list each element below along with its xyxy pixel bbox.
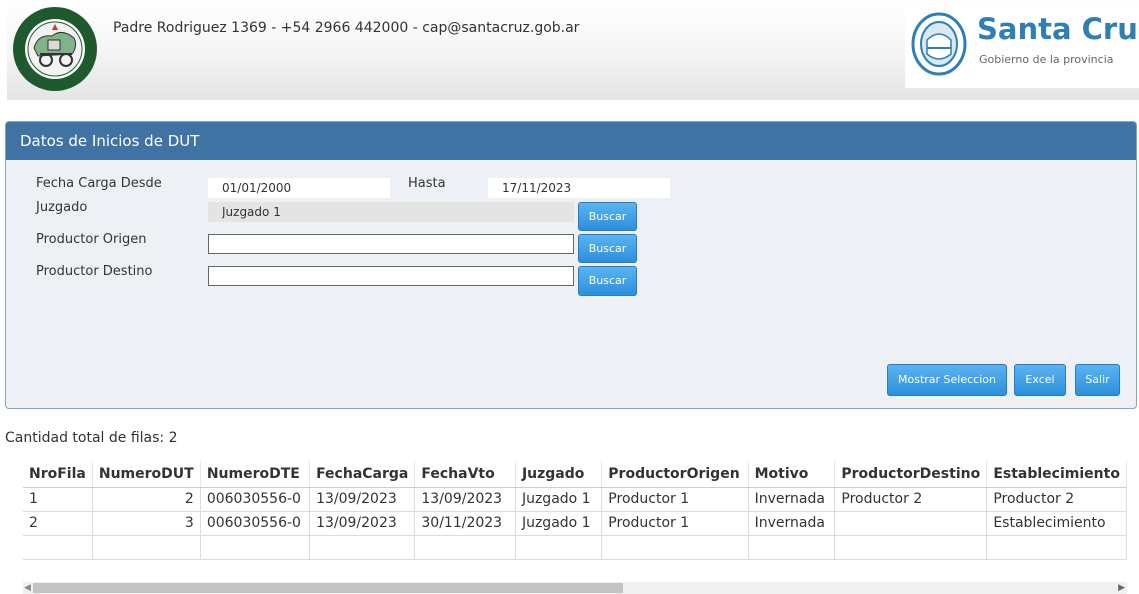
panel-title: Datos de Inicios de DUT — [6, 122, 1136, 160]
buscar-productor-origen-button[interactable]: Buscar — [578, 234, 637, 263]
empty-row — [23, 535, 1127, 560]
buscar-juzgado-button[interactable]: Buscar — [578, 202, 637, 231]
productor-destino-label: Productor Destino — [36, 264, 153, 279]
results-table: NroFila NumeroDUT NumeroDTE FechaCarga F… — [23, 461, 1127, 560]
salir-button[interactable]: Salir — [1075, 364, 1120, 396]
fecha-desde-input[interactable] — [208, 178, 390, 198]
cell: Productor 2 — [834, 487, 988, 512]
header-contact-info: Padre Rodriguez 1369 - +54 2966 442000 -… — [113, 20, 580, 36]
consejo-agrario-logo — [13, 7, 97, 91]
column-header[interactable]: NumeroDTE — [200, 461, 311, 488]
cell: Establecimiento — [986, 511, 1127, 536]
excel-button[interactable]: Excel — [1014, 364, 1066, 396]
table-header-row: NroFila NumeroDUT NumeroDTE FechaCarga F… — [23, 461, 1127, 488]
mostrar-seleccion-button[interactable]: Mostrar Seleccion — [887, 364, 1007, 396]
productor-origen-input[interactable] — [208, 234, 574, 254]
cell: Invernada — [748, 487, 836, 512]
cell: 006030556-0 — [200, 487, 311, 512]
cell: 13/09/2023 — [309, 511, 416, 536]
cell: 13/09/2023 — [414, 487, 516, 512]
cell: Juzgado 1 — [515, 511, 603, 536]
column-header[interactable]: NumeroDUT — [92, 461, 201, 488]
juzgado-input[interactable] — [208, 202, 574, 222]
cell: 3 — [92, 511, 201, 536]
column-header[interactable]: ProductorOrigen — [601, 461, 749, 488]
productor-destino-input[interactable] — [208, 266, 574, 286]
column-header[interactable]: FechaCarga — [309, 461, 416, 488]
filter-panel: Datos de Inicios de DUT Fecha Carga Desd… — [5, 121, 1137, 409]
cell: Productor 1 — [601, 487, 749, 512]
fecha-desde-label: Fecha Carga Desde — [36, 176, 162, 191]
cell: 006030556-0 — [200, 511, 311, 536]
cell: Invernada — [748, 511, 836, 536]
juzgado-label: Juzgado — [36, 200, 88, 215]
column-header[interactable]: Juzgado — [515, 461, 603, 488]
buscar-productor-destino-button[interactable]: Buscar — [578, 266, 637, 296]
cell: Productor 2 — [986, 487, 1127, 512]
total-rows-label: Cantidad total de filas: 2 — [5, 430, 178, 446]
arrow-left-icon[interactable]: ◀ — [24, 582, 31, 594]
page-header: Padre Rodriguez 1369 - +54 2966 442000 -… — [7, 0, 1139, 100]
column-header[interactable]: NroFila — [23, 461, 93, 488]
brand-title: Santa Cruz — [977, 12, 1139, 46]
scroll-thumb[interactable] — [33, 583, 623, 593]
cell — [834, 511, 988, 536]
arrow-right-icon[interactable]: ▶ — [1118, 582, 1125, 594]
cell: 2 — [23, 511, 93, 536]
column-header[interactable]: FechaVto — [414, 461, 516, 488]
results-grid: NroFila NumeroDUT NumeroDTE FechaCarga F… — [23, 461, 1127, 576]
cell: 13/09/2023 — [309, 487, 416, 512]
column-header[interactable]: ProductorDestino — [834, 461, 988, 488]
cell: 2 — [92, 487, 201, 512]
horizontal-scrollbar[interactable]: ◀ ▶ — [23, 582, 1127, 594]
cell: 30/11/2023 — [414, 511, 516, 536]
hasta-label: Hasta — [408, 176, 446, 191]
hasta-input[interactable] — [488, 178, 670, 198]
cell: Productor 1 — [601, 511, 749, 536]
santa-cruz-brand: Santa Cruz Gobierno de la provincia — [905, 8, 1139, 88]
table-row[interactable]: 2 3 006030556-0 13/09/2023 30/11/2023 Ju… — [23, 511, 1127, 536]
cell: 1 — [23, 487, 93, 512]
column-header[interactable]: Motivo — [748, 461, 836, 488]
column-header[interactable]: Establecimiento — [986, 461, 1127, 488]
table-row[interactable]: 1 2 006030556-0 13/09/2023 13/09/2023 Ju… — [23, 487, 1127, 512]
cell: Juzgado 1 — [515, 487, 603, 512]
productor-origen-label: Productor Origen — [36, 232, 147, 247]
brand-subtitle: Gobierno de la provincia — [979, 53, 1114, 66]
santa-cruz-shield-logo — [911, 12, 967, 76]
